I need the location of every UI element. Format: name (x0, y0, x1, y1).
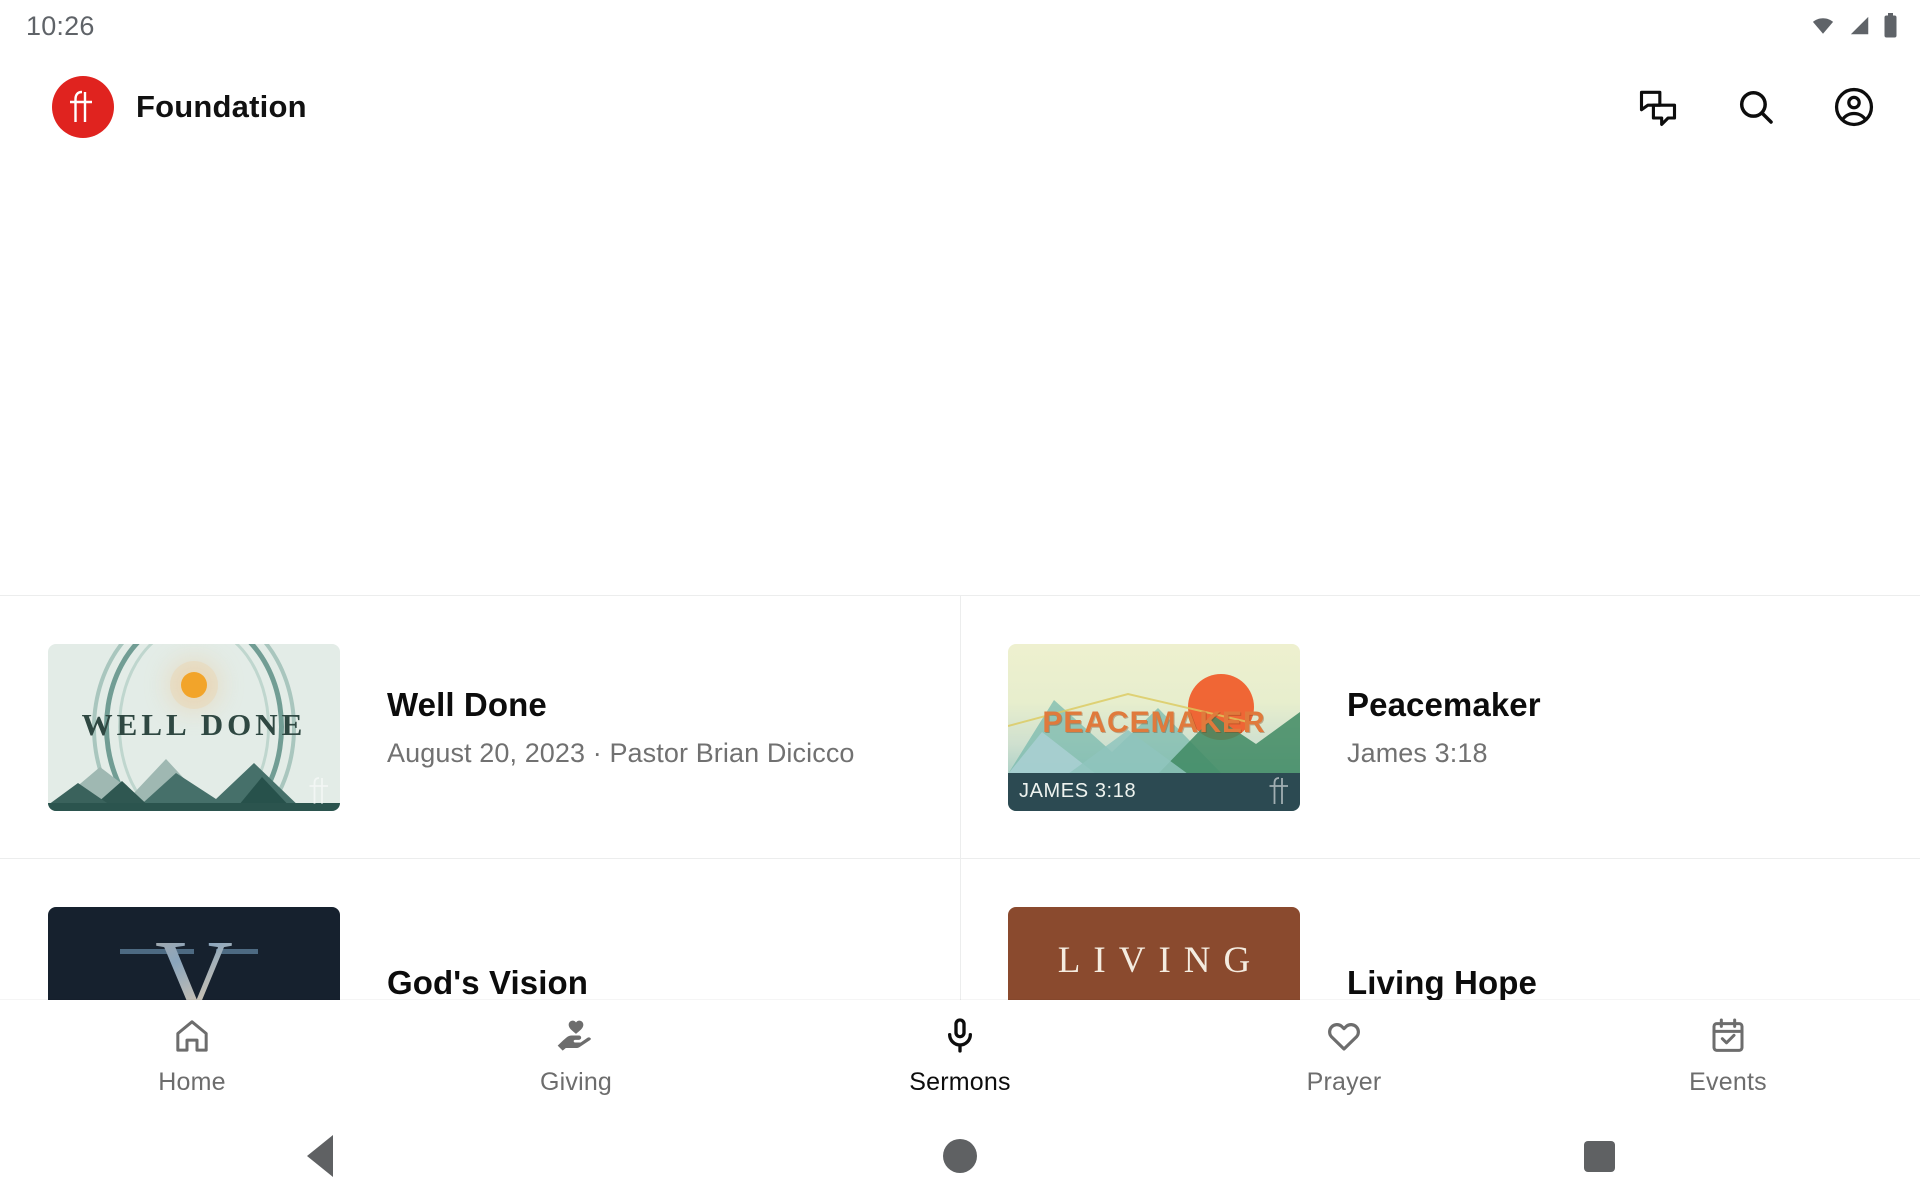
nav-item-prayer[interactable]: Prayer (1152, 1016, 1536, 1097)
content-top-empty-area (0, 162, 1920, 595)
nav-label: Giving (539, 1067, 613, 1096)
microphone-icon (940, 1016, 980, 1061)
status-bar-icons (1809, 13, 1898, 39)
circle-home-icon (942, 1139, 977, 1173)
sermon-title: Living Hope (1347, 964, 1537, 1000)
sermon-thumbnail: WELL DONE (48, 643, 340, 811)
app-bar-actions (1632, 81, 1880, 133)
thumbnail-letter: V (48, 924, 340, 1000)
cross-watermark-icon (1269, 776, 1288, 804)
sermon-thumbnail: LIVING HOPE (1008, 906, 1300, 1000)
app-screen: 10:26 Foundation WELL DONE Well Done Aug… (0, 0, 1920, 1200)
heart-outline-icon (1324, 1016, 1364, 1061)
status-bar-clock: 10:26 (26, 10, 95, 41)
page-title: Foundation (136, 89, 307, 124)
sermons-grid: WELL DONE Well Done August 20, 2023 · Pa… (0, 595, 1920, 1000)
sermon-card-well-done[interactable]: WELL DONE Well Done August 20, 2023 · Pa… (0, 596, 960, 859)
chat-icon[interactable] (1632, 81, 1684, 133)
square-recents-icon (1584, 1140, 1616, 1172)
thumbnail-banner: JAMES 3:18 (1008, 772, 1300, 811)
nav-item-events[interactable]: Events (1536, 1016, 1920, 1097)
sermon-subtitle: James 3:18 (1347, 737, 1488, 768)
sermon-title: God's Vision (387, 964, 588, 1000)
android-home-button[interactable] (640, 1139, 1280, 1173)
thumbnail-text-line1: LIVING (1057, 939, 1264, 981)
volunteer-hand-heart-icon (556, 1016, 596, 1061)
sermon-meta: Well Done August 20, 2023 · Pastor Brian… (340, 686, 879, 769)
nav-item-sermons[interactable]: Sermons (768, 1016, 1152, 1097)
sermons-list-scroll[interactable]: WELL DONE Well Done August 20, 2023 · Pa… (0, 162, 1920, 1000)
wifi-icon (1809, 15, 1837, 37)
android-system-navigation-bar (0, 1112, 1920, 1200)
sermon-subtitle: August 20, 2023 · Pastor Brian Dicicco (387, 737, 855, 768)
home-icon (172, 1016, 212, 1061)
sermon-meta: God's Vision (340, 964, 612, 1000)
android-back-button[interactable] (0, 1135, 640, 1177)
sun-icon (181, 671, 207, 698)
church-cross-logo-icon (52, 76, 114, 138)
nav-label: Prayer (1306, 1067, 1382, 1096)
nav-label: Home (158, 1067, 226, 1096)
status-bar: 10:26 (0, 0, 1920, 52)
nav-label: Events (1689, 1067, 1767, 1096)
sermon-meta: Peacemaker James 3:18 (1300, 686, 1565, 769)
cellular-signal-icon (1848, 15, 1872, 37)
account-circle-icon[interactable] (1828, 81, 1880, 133)
battery-icon (1883, 13, 1898, 39)
nav-item-giving[interactable]: Giving (384, 1016, 768, 1097)
app-bar: Foundation (0, 52, 1920, 162)
calendar-check-icon (1708, 1016, 1748, 1061)
sermon-title: Peacemaker (1347, 685, 1541, 723)
sermon-meta: Living Hope (1300, 964, 1561, 1000)
nav-label: Sermons (909, 1067, 1011, 1096)
sermon-card-peacemaker[interactable]: PEACEMAKER JAMES 3:18 Peacemaker James 3… (960, 596, 1920, 859)
sermon-card-living-hope[interactable]: LIVING HOPE Living Hope (960, 859, 1920, 1000)
triangle-back-icon (307, 1135, 333, 1177)
thumbnail-banner-text: JAMES 3:18 (1019, 779, 1137, 802)
sermon-thumbnail: PEACEMAKER JAMES 3:18 (1008, 643, 1300, 811)
sermon-thumbnail: V OWN THE VISION (48, 906, 340, 1000)
android-recents-button[interactable] (1280, 1140, 1920, 1172)
sermon-title: Well Done (387, 685, 547, 723)
brand[interactable]: Foundation (52, 76, 307, 138)
mountains-art (48, 758, 340, 811)
cross-watermark-icon (309, 776, 328, 804)
thumbnail-text: PEACEMAKER (1042, 705, 1266, 739)
sermon-card-gods-vision[interactable]: V OWN THE VISION God's Vision (0, 859, 960, 1000)
bottom-navigation-bar: Home Giving Sermons Prayer Events (0, 1000, 1920, 1112)
search-icon[interactable] (1730, 81, 1782, 133)
nav-item-home[interactable]: Home (0, 1016, 384, 1097)
